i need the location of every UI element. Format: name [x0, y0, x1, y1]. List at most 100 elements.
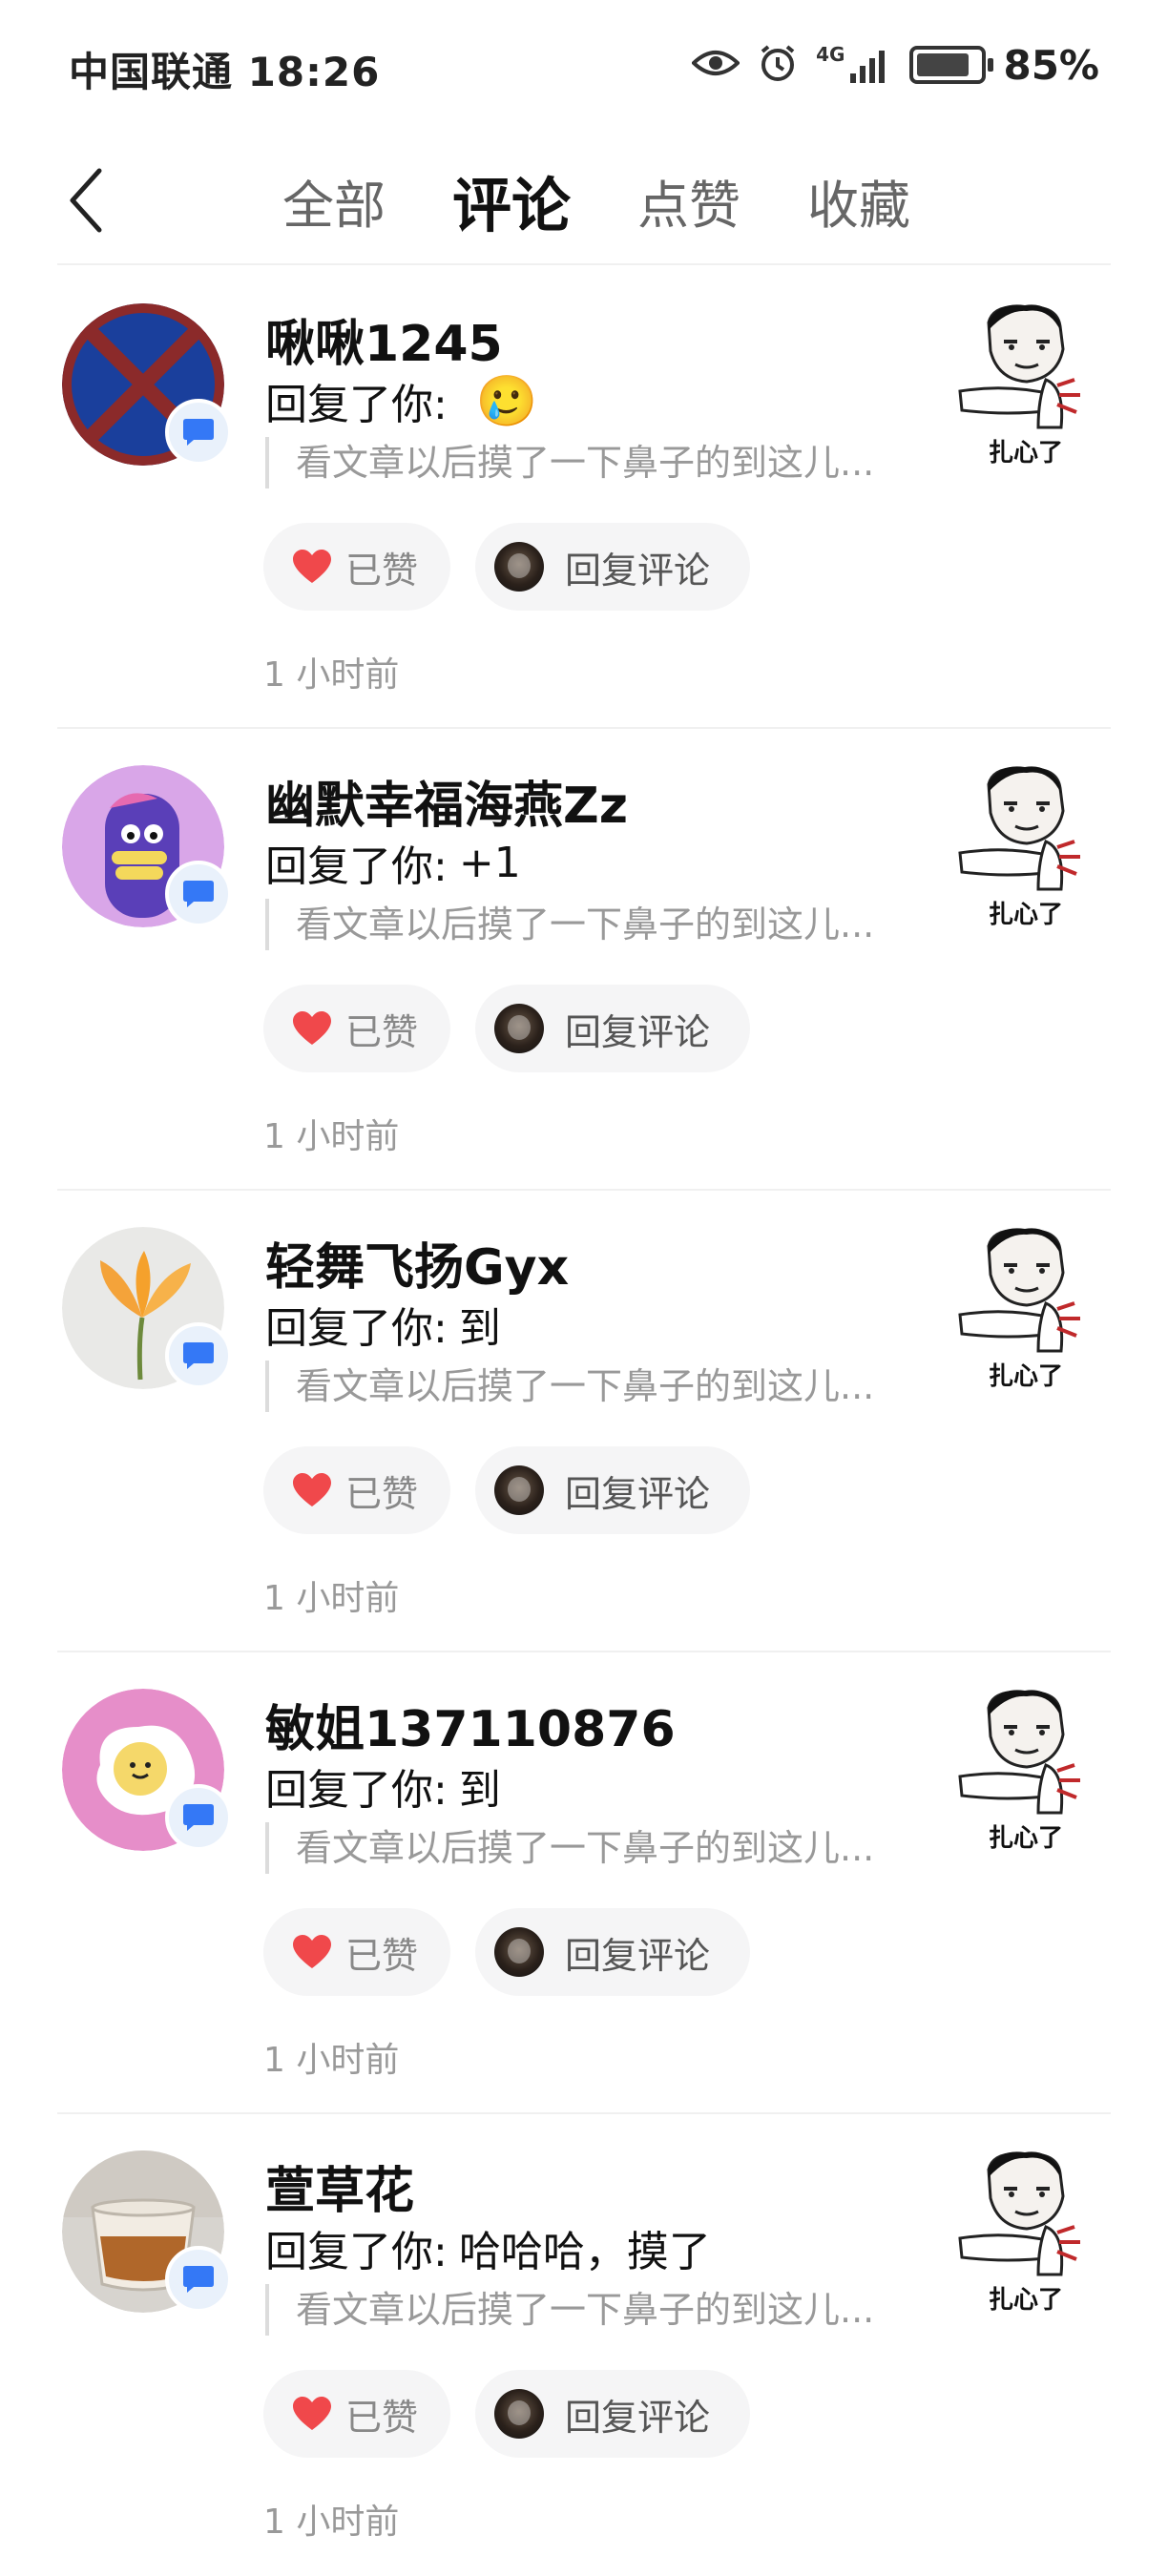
avatar[interactable]: [62, 303, 232, 466]
heart-icon: [292, 2396, 332, 2432]
notification-item[interactable]: 轻舞飞扬Gyx 回复了你: 到看文章以后摸了一下鼻子的到这儿... 已赞 回复评论 1 小…: [0, 1191, 1168, 1652]
thumbnail-caption: 扎心了: [989, 1362, 1064, 1391]
battery-fill: [917, 53, 970, 76]
like-label: 已赞: [345, 2396, 419, 2439]
avatar[interactable]: [62, 765, 232, 927]
thumbnail-caption: 扎心了: [989, 439, 1064, 467]
timestamp: 1 小时前: [263, 1579, 400, 1618]
username[interactable]: 幽默幸福海燕Zz: [265, 765, 628, 837]
my-avatar-icon: [494, 542, 544, 592]
avatar[interactable]: [62, 2150, 232, 2313]
like-label: 已赞: [345, 1472, 419, 1515]
timestamp: 1 小时前: [263, 1117, 400, 1156]
chevron-left-icon: [70, 168, 102, 233]
reply-content: 回复了你: 哈哈哈，摸了: [265, 2217, 728, 2278]
quoted-comment[interactable]: 看文章以后摸了一下鼻子的到这儿...: [265, 1822, 874, 1874]
heart-icon: [292, 1472, 332, 1508]
header: 全部 评论 点赞 收藏: [0, 134, 1168, 267]
reply-content: 回复了你: +1: [265, 832, 538, 893]
article-thumbnail[interactable]: 扎心了: [950, 303, 1103, 475]
header-divider: [57, 263, 1111, 265]
avatar[interactable]: [62, 1689, 232, 1851]
timestamp: 1 小时前: [263, 2503, 400, 2542]
article-thumbnail[interactable]: 扎心了: [950, 1689, 1103, 1860]
reply-comment-button[interactable]: 回复评论: [475, 985, 750, 1072]
tab-comments[interactable]: 评论: [452, 157, 571, 243]
reply-prefix: 回复了你:: [265, 842, 448, 891]
reply-comment-button[interactable]: 回复评论: [475, 2370, 750, 2458]
comment-badge-icon: [165, 861, 232, 927]
heart-icon: [292, 1010, 332, 1047]
my-avatar-icon: [494, 1465, 544, 1515]
thumbnail-caption: 扎心了: [989, 2286, 1064, 2315]
username[interactable]: 敏姐137110876: [265, 1689, 676, 1760]
heart-icon: [292, 549, 332, 585]
thumbnail-caption: 扎心了: [989, 901, 1064, 929]
comment-badge-icon: [165, 1784, 232, 1851]
heart-icon: [292, 1934, 332, 1970]
timestamp: 1 小时前: [263, 2041, 400, 2080]
notification-item[interactable]: 啾啾1245 回复了你: 🥲 看文章以后摸了一下鼻子的到这儿... 已赞 回复评论 1 小时…: [0, 267, 1168, 729]
comment-badge-icon: [165, 1322, 232, 1389]
eye-icon: [691, 48, 741, 82]
quoted-comment[interactable]: 看文章以后摸了一下鼻子的到这儿...: [265, 2284, 874, 2336]
my-avatar-icon: [494, 1927, 544, 1977]
tab-likes[interactable]: 点赞: [637, 163, 740, 239]
reply-text: 哈哈哈，摸了: [458, 2228, 711, 2276]
reply-text: +1: [458, 838, 521, 887]
reply-comment-label: 回复评论: [565, 1010, 711, 1053]
my-avatar-icon: [494, 1004, 544, 1053]
notification-item[interactable]: 幽默幸福海燕Zz 回复了你: +1 看文章以后摸了一下鼻子的到这儿... 已赞 回复评论 1…: [0, 729, 1168, 1191]
quoted-comment[interactable]: 看文章以后摸了一下鼻子的到这儿...: [265, 1361, 874, 1412]
reply-prefix: 回复了你:: [265, 2228, 448, 2276]
reply-content: 回复了你: 到: [265, 1294, 518, 1355]
my-avatar-icon: [494, 2389, 544, 2439]
status-bar: 中国联通 18:26 4G 85%: [0, 0, 1168, 134]
battery-percent: 85%: [1003, 41, 1099, 89]
article-thumbnail[interactable]: 扎心了: [950, 765, 1103, 937]
username[interactable]: 啾啾1245: [265, 303, 503, 375]
alarm-icon: [757, 42, 799, 88]
reply-comment-button[interactable]: 回复评论: [475, 523, 750, 611]
like-label: 已赞: [345, 549, 419, 592]
quoted-comment[interactable]: 看文章以后摸了一下鼻子的到这儿...: [265, 899, 874, 950]
comment-badge-icon: [165, 2246, 232, 2313]
notification-item[interactable]: 敏姐137110876 回复了你: 到看文章以后摸了一下鼻子的到这儿... 已赞 回复评…: [0, 1652, 1168, 2114]
tab-favorites[interactable]: 收藏: [807, 163, 910, 239]
signal-icon: 4G: [816, 45, 892, 85]
tab-all[interactable]: 全部: [282, 163, 386, 239]
like-label: 已赞: [345, 1010, 419, 1053]
reply-content: 回复了你: 到: [265, 1755, 518, 1817]
like-button[interactable]: 已赞: [263, 2370, 450, 2458]
username[interactable]: 萱草花: [265, 2150, 414, 2222]
reply-content: 回复了你: 🥲: [265, 370, 538, 431]
timestamp: 1 小时前: [263, 655, 400, 695]
reply-prefix: 回复了你:: [265, 1304, 448, 1353]
reply-prefix: 回复了你:: [265, 381, 448, 429]
article-thumbnail[interactable]: 扎心了: [950, 2150, 1103, 2322]
reply-emoji: 🥲: [475, 372, 538, 430]
reply-comment-button[interactable]: 回复评论: [475, 1446, 750, 1534]
network-type: 4G: [816, 43, 845, 66]
username[interactable]: 轻舞飞扬Gyx: [265, 1227, 569, 1298]
notification-item[interactable]: 萱草花 回复了你: 哈哈哈，摸了 看文章以后摸了一下鼻子的到这儿... 已赞 回复评论 1 …: [0, 2114, 1168, 2576]
back-button[interactable]: [48, 153, 124, 248]
like-button[interactable]: 已赞: [263, 1908, 450, 1996]
like-button[interactable]: 已赞: [263, 523, 450, 611]
like-button[interactable]: 已赞: [263, 985, 450, 1072]
reply-text: 到: [458, 1766, 501, 1815]
reply-comment-label: 回复评论: [565, 1934, 711, 1977]
reply-prefix: 回复了你:: [265, 1766, 448, 1815]
comment-badge-icon: [165, 399, 232, 466]
status-icons: 4G 85%: [691, 36, 1099, 93]
reply-comment-label: 回复评论: [565, 2396, 711, 2439]
reply-text: 到: [458, 1304, 501, 1353]
reply-comment-button[interactable]: 回复评论: [475, 1908, 750, 1996]
quoted-comment[interactable]: 看文章以后摸了一下鼻子的到这儿...: [265, 437, 874, 488]
article-thumbnail[interactable]: 扎心了: [950, 1227, 1103, 1399]
like-label: 已赞: [345, 1934, 419, 1977]
avatar[interactable]: [62, 1227, 232, 1389]
like-button[interactable]: 已赞: [263, 1446, 450, 1534]
battery-icon: [909, 46, 994, 84]
tab-bar: 全部 评论 点赞 收藏: [282, 134, 977, 267]
